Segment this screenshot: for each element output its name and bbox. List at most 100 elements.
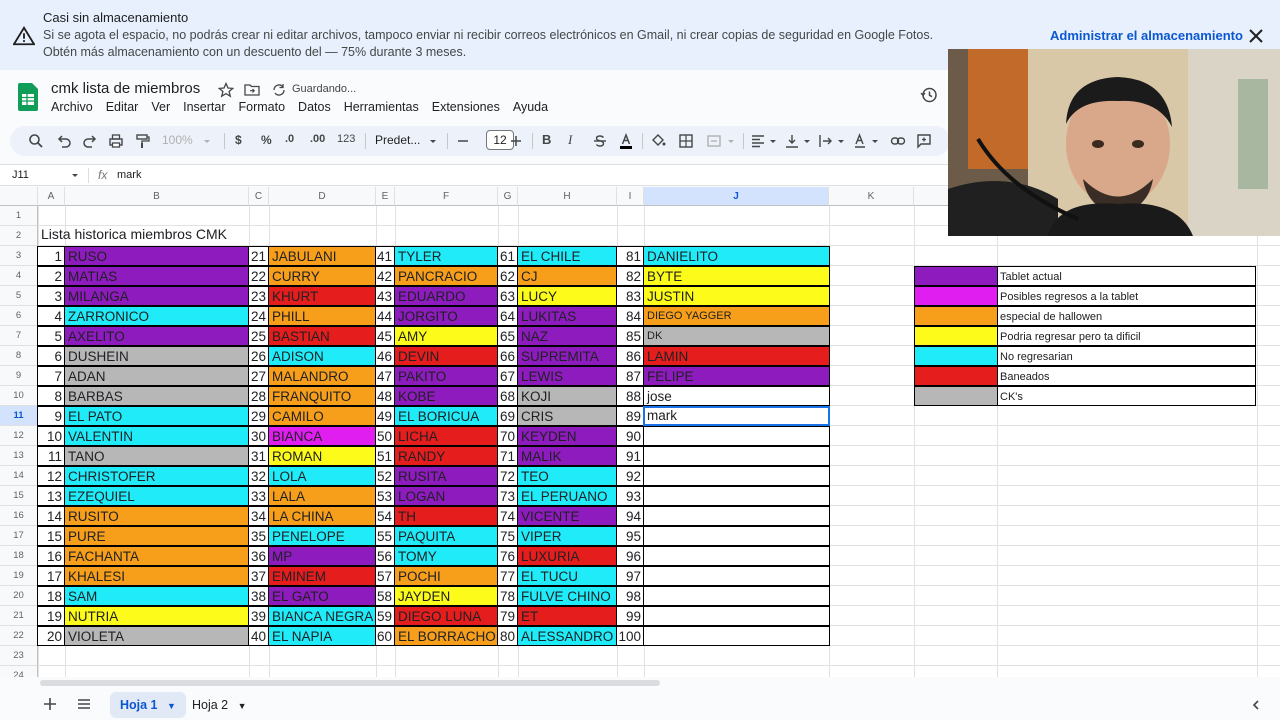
row-header[interactable]: 16 bbox=[0, 506, 38, 526]
member-name-cell[interactable]: LOGAN bbox=[394, 486, 498, 506]
row-header[interactable]: 21 bbox=[0, 606, 38, 626]
legend-label[interactable]: Posibles regresos a la tablet bbox=[997, 286, 1256, 306]
member-name-cell[interactable]: TEO bbox=[517, 466, 617, 486]
member-name-cell[interactable]: BARBAS bbox=[64, 386, 249, 406]
row-header[interactable]: 15 bbox=[0, 486, 38, 506]
member-number[interactable]: 85 bbox=[616, 326, 644, 346]
member-name-cell[interactable]: RUSITA bbox=[394, 466, 498, 486]
member-name-cell[interactable]: MILANGA bbox=[64, 286, 249, 306]
more-formats-button[interactable]: 123 bbox=[337, 133, 355, 145]
member-number[interactable]: 3 bbox=[37, 286, 65, 306]
member-name-cell[interactable]: DIEGO YAGGER bbox=[643, 306, 830, 326]
member-name-cell[interactable]: PAQUITA bbox=[394, 526, 498, 546]
member-number[interactable]: 98 bbox=[616, 586, 644, 606]
member-number[interactable]: 48 bbox=[375, 386, 395, 406]
member-name-cell[interactable] bbox=[643, 546, 830, 566]
member-name-cell[interactable]: LALA bbox=[268, 486, 376, 506]
row-header[interactable]: 14 bbox=[0, 466, 38, 486]
member-name-cell[interactable]: CJ bbox=[517, 266, 617, 286]
decrease-decimals-button[interactable]: .0 bbox=[285, 133, 294, 145]
member-name-cell[interactable]: VICENTE bbox=[517, 506, 617, 526]
italic-button[interactable]: I bbox=[568, 132, 572, 148]
member-number[interactable]: 62 bbox=[497, 266, 518, 286]
member-number[interactable]: 30 bbox=[248, 426, 269, 446]
member-name-cell[interactable]: VIOLETA bbox=[64, 626, 249, 646]
member-number[interactable]: 42 bbox=[375, 266, 395, 286]
row-header[interactable]: 11 bbox=[0, 406, 38, 426]
menu-insertar[interactable]: Insertar bbox=[183, 100, 225, 118]
bold-button[interactable]: B bbox=[542, 132, 551, 147]
member-number[interactable]: 35 bbox=[248, 526, 269, 546]
member-name-cell[interactable] bbox=[643, 466, 830, 486]
member-name-cell[interactable]: BYTE bbox=[643, 266, 830, 286]
member-name-cell[interactable] bbox=[643, 606, 830, 626]
legend-label[interactable]: CK's bbox=[997, 386, 1256, 406]
version-history-icon[interactable] bbox=[920, 86, 938, 104]
member-name-cell[interactable]: TOMY bbox=[394, 546, 498, 566]
row-header[interactable]: 4 bbox=[0, 266, 38, 286]
menu-archivo[interactable]: Archivo bbox=[51, 100, 93, 118]
select-all-corner[interactable] bbox=[0, 187, 38, 206]
print-icon[interactable] bbox=[108, 133, 124, 149]
member-name-cell[interactable]: CURRY bbox=[268, 266, 376, 286]
horizontal-align-icon[interactable] bbox=[750, 133, 766, 149]
name-box[interactable]: J11 bbox=[12, 169, 29, 181]
redo-icon[interactable] bbox=[82, 133, 98, 149]
all-sheets-icon[interactable] bbox=[77, 697, 91, 711]
member-name-cell[interactable]: LEWIS bbox=[517, 366, 617, 386]
member-number[interactable]: 24 bbox=[248, 306, 269, 326]
member-number[interactable]: 90 bbox=[616, 426, 644, 446]
member-number[interactable]: 94 bbox=[616, 506, 644, 526]
member-name-cell[interactable]: EL NAPIA bbox=[268, 626, 376, 646]
member-number[interactable]: 31 bbox=[248, 446, 269, 466]
member-name-cell[interactable]: DEVIN bbox=[394, 346, 498, 366]
member-number[interactable]: 39 bbox=[248, 606, 269, 626]
member-number[interactable]: 89 bbox=[616, 406, 644, 426]
spreadsheet-grid[interactable]: A B C D E F G H I J K 1 2 3 4 5 6 7 8 9 10 11 12 13 14 15 16 17 18 19… bbox=[0, 187, 1280, 677]
member-number[interactable]: 45 bbox=[375, 326, 395, 346]
member-number[interactable]: 4 bbox=[37, 306, 65, 326]
row-header[interactable]: 24 bbox=[0, 666, 38, 677]
member-number[interactable]: 71 bbox=[497, 446, 518, 466]
column-header[interactable]: J bbox=[644, 187, 829, 206]
row-header[interactable]: 17 bbox=[0, 526, 38, 546]
member-name-cell[interactable]: ALESSANDRO bbox=[517, 626, 617, 646]
member-number[interactable]: 68 bbox=[497, 386, 518, 406]
row-header[interactable]: 6 bbox=[0, 306, 38, 326]
member-number[interactable]: 76 bbox=[497, 546, 518, 566]
member-name-cell[interactable]: DUSHEIN bbox=[64, 346, 249, 366]
legend-label[interactable]: Tablet actual bbox=[997, 266, 1256, 286]
member-name-cell[interactable] bbox=[643, 506, 830, 526]
member-number[interactable]: 1 bbox=[37, 246, 65, 266]
menu-ayuda[interactable]: Ayuda bbox=[513, 100, 548, 118]
member-name-cell[interactable]: EL PERUANO bbox=[517, 486, 617, 506]
member-number[interactable]: 36 bbox=[248, 546, 269, 566]
member-number[interactable]: 44 bbox=[375, 306, 395, 326]
member-name-cell[interactable] bbox=[643, 586, 830, 606]
member-number[interactable]: 79 bbox=[497, 606, 518, 626]
column-header[interactable]: E bbox=[376, 187, 395, 206]
member-number[interactable]: 73 bbox=[497, 486, 518, 506]
member-number[interactable]: 92 bbox=[616, 466, 644, 486]
member-name-cell[interactable]: CAMILO bbox=[268, 406, 376, 426]
row-header[interactable]: 13 bbox=[0, 446, 38, 466]
member-name-cell[interactable]: KOBE bbox=[394, 386, 498, 406]
insert-comment-icon[interactable] bbox=[916, 133, 932, 149]
sheets-logo-icon[interactable] bbox=[18, 83, 38, 111]
member-number[interactable]: 49 bbox=[375, 406, 395, 426]
zoom-select[interactable]: 100% bbox=[162, 133, 193, 147]
member-number[interactable]: 84 bbox=[616, 306, 644, 326]
member-name-cell[interactable]: ROMAN bbox=[268, 446, 376, 466]
member-name-cell[interactable]: VALENTIN bbox=[64, 426, 249, 446]
member-number[interactable]: 12 bbox=[37, 466, 65, 486]
member-number[interactable]: 46 bbox=[375, 346, 395, 366]
insert-link-icon[interactable] bbox=[890, 133, 906, 149]
member-number[interactable]: 41 bbox=[375, 246, 395, 266]
member-number[interactable]: 10 bbox=[37, 426, 65, 446]
member-name-cell[interactable]: CHRISTOFER bbox=[64, 466, 249, 486]
member-name-cell[interactable]: RANDY bbox=[394, 446, 498, 466]
member-number[interactable]: 86 bbox=[616, 346, 644, 366]
member-name-cell[interactable]: JORGITO bbox=[394, 306, 498, 326]
currency-format-button[interactable]: $ bbox=[235, 133, 242, 147]
member-number[interactable]: 40 bbox=[248, 626, 269, 646]
